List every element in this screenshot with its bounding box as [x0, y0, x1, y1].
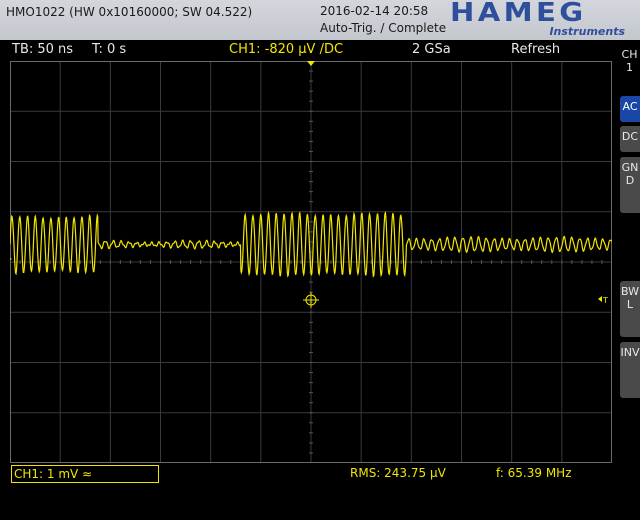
bandwidth-limit-button[interactable]: BWL	[620, 281, 640, 337]
channel-label: CH1	[621, 48, 638, 74]
coupling-ac-button[interactable]: AC	[620, 96, 640, 122]
model-info: HMO1022 (HW 0x10160000; SW 04.522)	[6, 5, 253, 19]
acquisition-mode[interactable]: Refresh	[511, 42, 560, 57]
top-bar: HMO1022 (HW 0x10160000; SW 04.522) 2016-…	[0, 0, 640, 40]
waveform-display[interactable]: T	[10, 61, 612, 463]
sample-rate: 2 GSa	[412, 42, 451, 57]
channel-scale-box[interactable]: CH1: 1 mV ≈	[11, 465, 159, 483]
timebase-readout[interactable]: TB: 50 ns	[12, 42, 73, 57]
brand-name: HAMEG	[450, 0, 587, 28]
frequency-measurement: f: 65.39 MHz	[496, 466, 572, 480]
rms-measurement: RMS: 243.75 µV	[350, 466, 446, 480]
coupling-dc-button[interactable]: DC	[620, 126, 640, 152]
bottom-row: CH1: 1 mV ≈ RMS: 243.75 µV f: 65.39 MHz	[0, 463, 640, 485]
datetime: 2016-02-14 20:58	[320, 4, 429, 18]
brand-sub: Instruments	[549, 25, 625, 38]
trigger-level-label: T	[602, 296, 608, 305]
status-row: TB: 50 ns T: 0 s CH1: -820 µV /DC 2 GSa …	[0, 40, 612, 60]
channel-info[interactable]: CH1: -820 µV /DC	[229, 42, 343, 57]
coupling-gnd-button[interactable]: GND	[620, 157, 640, 213]
trigger-time-readout[interactable]: T: 0 s	[92, 42, 126, 57]
invert-button[interactable]: INV	[620, 342, 640, 398]
channel-softkey-panel: CH1 AC DC GND BWL INV	[619, 44, 640, 520]
trigger-status: Auto-Trig. / Complete	[320, 21, 447, 35]
hameg-logo: HAMEG Instruments	[450, 0, 635, 39]
